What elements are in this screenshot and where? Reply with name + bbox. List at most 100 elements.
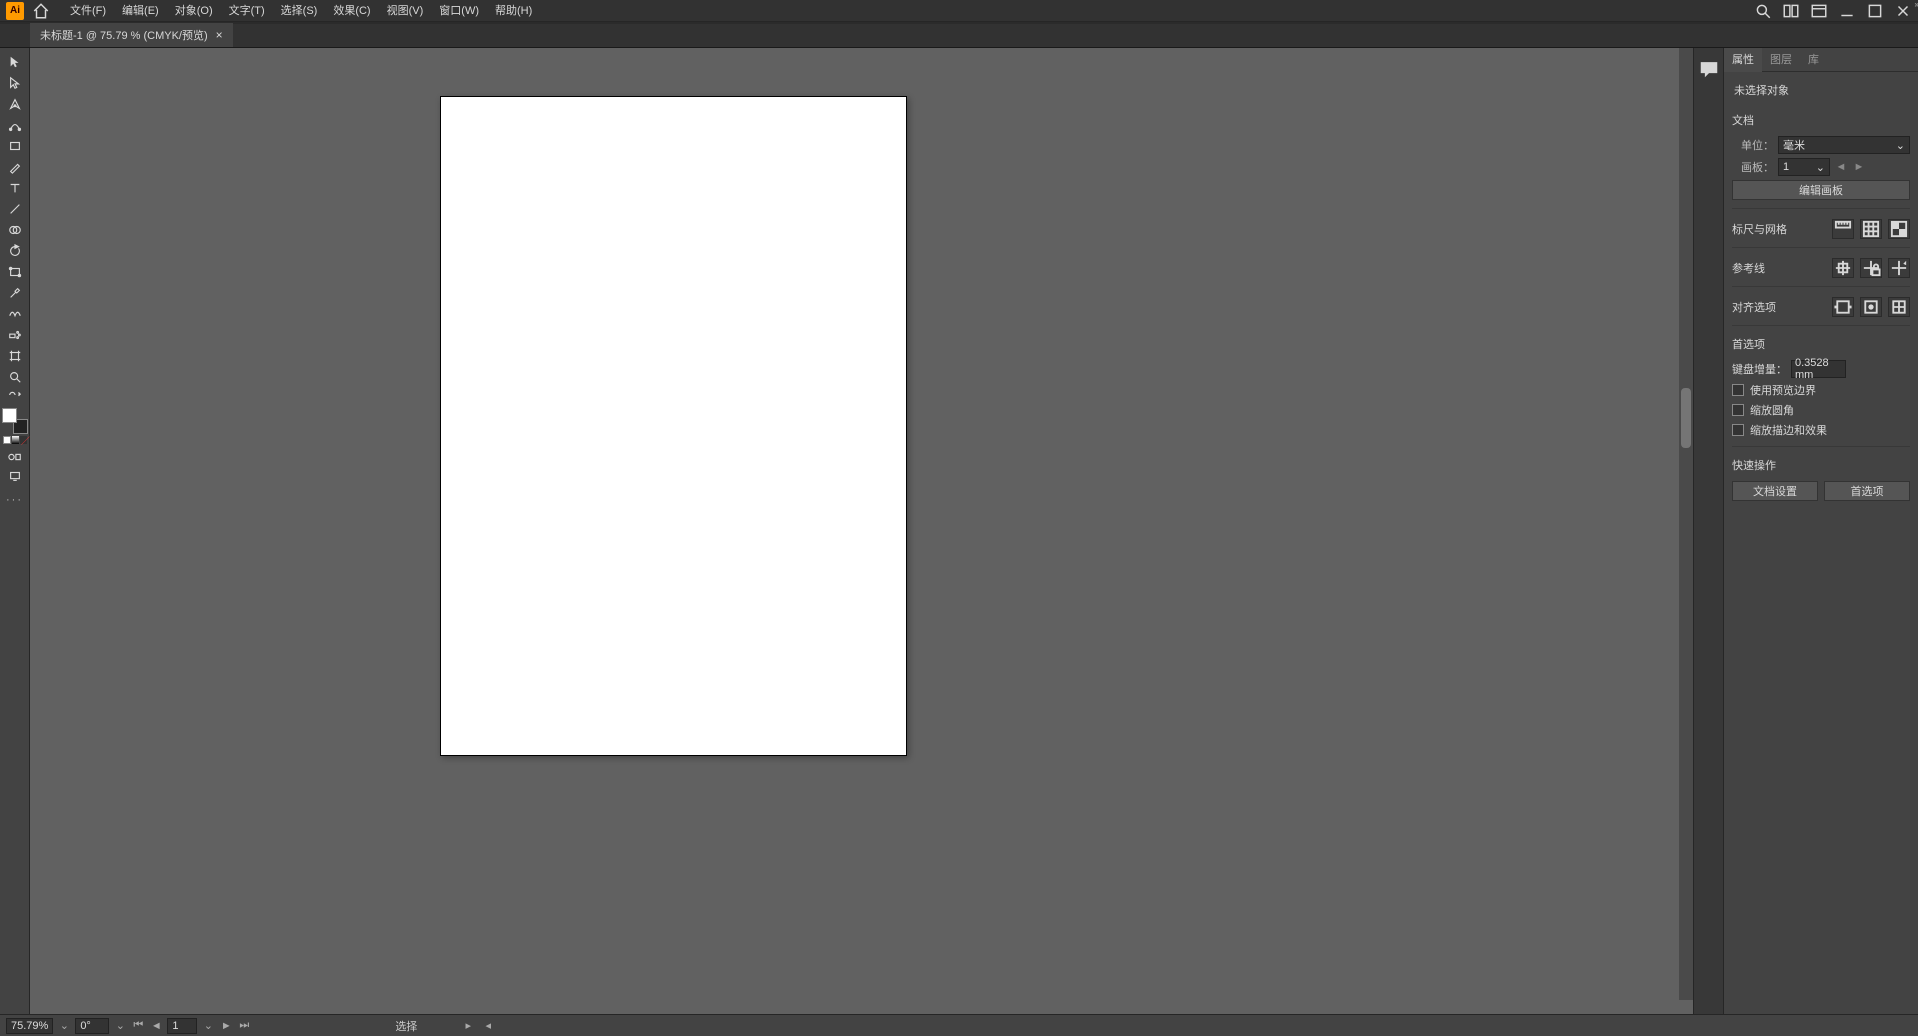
menu-type[interactable]: 文字(T) [221,0,273,22]
close-icon[interactable] [1894,2,1912,20]
guides-label: 参考线 [1732,260,1828,276]
align-options-label: 对齐选项 [1732,299,1828,315]
menu-edit[interactable]: 编辑(E) [114,0,167,22]
document-tab-title: 未标题-1 @ 75.79 % (CMYK/预览) [40,27,208,43]
transparency-grid-icon[interactable] [1888,219,1910,239]
canvas-area[interactable] [30,48,1693,1014]
screen-mode-icon[interactable] [3,466,27,485]
fill-color[interactable] [2,408,17,423]
home-icon[interactable] [32,2,50,20]
arrange-docs-icon[interactable] [1782,2,1800,20]
grid-icon[interactable] [1860,219,1882,239]
shape-builder-tool-icon[interactable] [3,220,27,239]
unit-label: 单位： [1732,137,1774,153]
quick-actions-title: 快速操作 [1732,453,1910,477]
fill-stroke-swatch[interactable] [2,408,28,434]
curvature-tool-icon[interactable] [3,115,27,134]
edit-toolbar-icon[interactable]: ··· [3,493,27,507]
blend-tool-icon[interactable] [3,304,27,323]
eyedropper-tool-icon[interactable] [3,283,27,302]
paintbrush-tool-icon[interactable] [3,157,27,176]
rotate-dropdown-icon[interactable]: ⌄ [113,1018,127,1034]
scale-corners-label: 缩放圆角 [1750,402,1794,418]
symbol-sprayer-tool-icon[interactable] [3,325,27,344]
vertical-scroll-thumb[interactable] [1681,388,1691,448]
tab-properties[interactable]: 属性 [1724,48,1762,72]
chevron-down-icon: ⌄ [1896,139,1905,152]
prev-artboard-nav-icon[interactable]: ◄ [149,1018,163,1034]
collapsed-dock [1693,48,1723,1014]
minimize-icon[interactable] [1838,2,1856,20]
artboard-nav-dropdown-icon[interactable]: ⌄ [201,1018,215,1034]
menu-help[interactable]: 帮助(H) [487,0,540,22]
next-artboard-icon[interactable]: ► [1852,158,1866,176]
draw-mode-icon[interactable] [3,450,27,464]
pen-tool-icon[interactable] [3,94,27,113]
direct-selection-tool-icon[interactable] [3,73,27,92]
selection-status: 选择 [395,1018,417,1034]
maximize-icon[interactable] [1866,2,1884,20]
scale-corners-checkbox[interactable] [1732,404,1744,416]
preferences-button[interactable]: 首选项 [1824,481,1910,501]
comments-panel-icon[interactable] [1698,58,1720,80]
type-tool-icon[interactable] [3,178,27,197]
properties-panel: 属性 图层 库 未选择对象 文档 单位： 毫米⌄ 画板： 1⌄ ◄ ► 编辑画板 [1723,48,1918,1014]
document-setup-button[interactable]: 文档设置 [1732,481,1818,501]
menu-select[interactable]: 选择(S) [273,0,326,22]
document-tab[interactable]: 未标题-1 @ 75.79 % (CMYK/预览) × [30,23,233,47]
line-tool-icon[interactable] [3,199,27,218]
document-section-title: 文档 [1732,108,1910,132]
prev-artboard-icon[interactable]: ◄ [1834,158,1848,176]
prefs-section-title: 首选项 [1732,332,1910,356]
smart-guides-icon[interactable] [1888,258,1910,278]
artboard-dropdown[interactable]: 1⌄ [1778,158,1830,176]
rotate-input[interactable]: 0° [75,1018,109,1034]
right-panel-tabs: 属性 图层 库 [1724,48,1918,72]
vertical-scrollbar[interactable] [1679,48,1693,1000]
zoom-dropdown-icon[interactable]: ⌄ [57,1018,71,1034]
menu-window[interactable]: 窗口(W) [431,0,487,22]
scale-strokes-checkbox[interactable] [1732,424,1744,436]
first-artboard-icon[interactable]: ⏮ [131,1018,145,1034]
no-selection-label: 未选择对象 [1732,78,1910,108]
edit-artboards-button[interactable]: 编辑画板 [1732,180,1910,200]
tab-layers[interactable]: 图层 [1762,48,1800,72]
document-tabbar: 未标题-1 @ 75.79 % (CMYK/预览) × [0,24,1918,48]
artboard[interactable] [440,96,907,756]
toolbar-expand-icon[interactable]: » [1915,0,1918,9]
rotate-tool-icon[interactable] [3,241,27,260]
selection-tool-icon[interactable] [3,52,27,71]
color-mode-row[interactable]: ／ [3,436,27,444]
menu-object[interactable]: 对象(O) [167,0,221,22]
preview-bounds-checkbox[interactable] [1732,384,1744,396]
tab-libraries[interactable]: 库 [1800,48,1827,72]
status-popup-icon[interactable]: ▸ [461,1018,475,1034]
snap-grid-icon[interactable] [1888,297,1910,317]
artboard-tool-icon[interactable] [3,346,27,365]
key-increment-input[interactable]: 0.3528 mm [1791,360,1846,378]
workspace-icon[interactable] [1810,2,1828,20]
search-icon[interactable] [1754,2,1772,20]
guides-lock-icon[interactable] [1860,258,1882,278]
menu-effect[interactable]: 效果(C) [325,0,378,22]
snap-pixel-icon[interactable] [1832,297,1854,317]
next-artboard-nav-icon[interactable]: ► [219,1018,233,1034]
rectangle-tool-icon[interactable] [3,136,27,155]
guides-visibility-icon[interactable] [1832,258,1854,278]
snap-point-icon[interactable] [1860,297,1882,317]
artboard-nav-input[interactable]: 1 [167,1018,197,1034]
statusbar: 75.79% ⌄ 0° ⌄ ⏮ ◄ 1 ⌄ ► ⏭ 选择 ▸ ◂ [0,1014,1918,1036]
menu-view[interactable]: 视图(V) [379,0,432,22]
toggle-fill-stroke-icon[interactable] [3,388,27,402]
ruler-icon[interactable] [1832,219,1854,239]
zoom-tool-icon[interactable] [3,367,27,386]
document-tab-close-icon[interactable]: × [216,28,223,42]
width-tool-icon[interactable] [3,262,27,281]
chevron-down-icon: ⌄ [1816,161,1825,174]
zoom-input[interactable]: 75.79% [6,1018,53,1034]
last-artboard-icon[interactable]: ⏭ [237,1018,251,1034]
hscroll-left-icon[interactable]: ◂ [481,1018,495,1034]
menu-file[interactable]: 文件(F) [62,0,114,22]
preview-bounds-label: 使用预览边界 [1750,382,1816,398]
unit-dropdown[interactable]: 毫米⌄ [1778,136,1910,154]
